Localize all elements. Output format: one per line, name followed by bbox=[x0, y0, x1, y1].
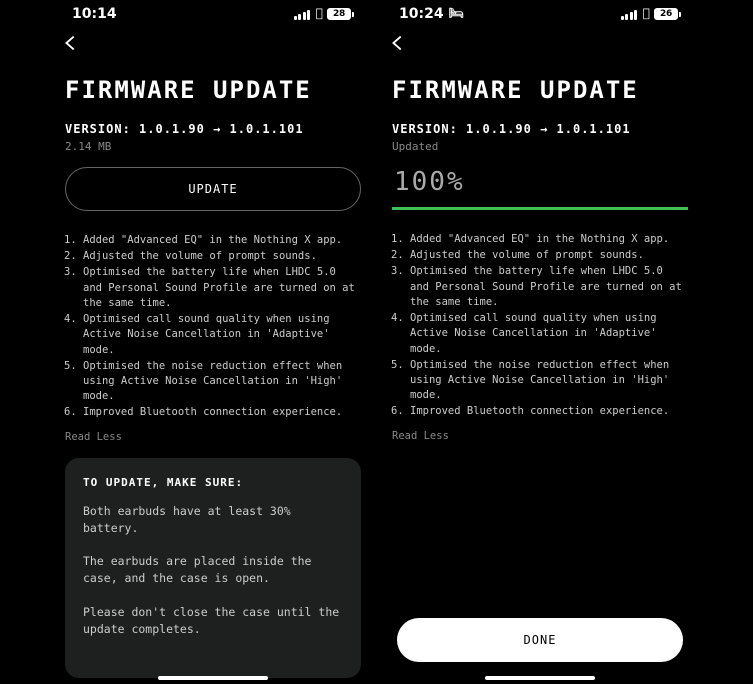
instruction-line: Both earbuds have at least 30% battery. bbox=[83, 503, 343, 538]
content-area: FIRMWARE UPDATE VERSION: 1.0.1.90 → 1.0.… bbox=[50, 58, 376, 684]
release-note-item: Optimised call sound quality when using … bbox=[83, 312, 361, 358]
update-button[interactable]: UPDATE bbox=[65, 167, 361, 211]
status-time: 10:14 bbox=[72, 6, 117, 22]
release-note-item: Optimised call sound quality when using … bbox=[410, 311, 688, 357]
battery-icon: 26 bbox=[654, 8, 681, 20]
back-arrow-icon bbox=[387, 32, 409, 54]
page-title: FIRMWARE UPDATE bbox=[392, 76, 688, 104]
progress-bar bbox=[392, 207, 688, 210]
battery-level: 28 bbox=[327, 8, 351, 20]
version-arrow-icon: → bbox=[213, 122, 221, 136]
release-notes-list: Added "Advanced EQ" in the Nothing X app… bbox=[65, 233, 361, 421]
status-bar: 10:14 􀙇 28 bbox=[50, 0, 376, 22]
release-note-item: Optimised the noise reduction effect whe… bbox=[410, 358, 688, 404]
version-label: VERSION: bbox=[65, 122, 131, 136]
page-title: FIRMWARE UPDATE bbox=[65, 76, 361, 104]
version-arrow-icon: → bbox=[540, 122, 548, 136]
release-note-item: Adjusted the volume of prompt sounds. bbox=[410, 248, 688, 263]
update-size: 2.14 MB bbox=[65, 140, 361, 153]
status-text: Updated bbox=[392, 140, 688, 153]
status-right: 􀙇 26 bbox=[621, 7, 681, 21]
release-note-item: Improved Bluetooth connection experience… bbox=[410, 404, 688, 419]
signal-icon bbox=[621, 9, 639, 20]
version-from: 1.0.1.90 bbox=[466, 122, 532, 136]
signal-icon bbox=[294, 9, 312, 20]
version-label: VERSION: bbox=[392, 122, 458, 136]
status-bar: 10:24 🛏 􀙇 26 bbox=[377, 0, 703, 22]
release-note-item: Optimised the battery life when LHDC 5.0… bbox=[83, 265, 361, 311]
back-button[interactable] bbox=[377, 22, 703, 58]
done-button[interactable]: DONE bbox=[397, 618, 683, 662]
release-notes-list: Added "Advanced EQ" in the Nothing X app… bbox=[392, 232, 688, 420]
wifi-icon: 􀙇 bbox=[316, 6, 323, 20]
release-note-item: Added "Advanced EQ" in the Nothing X app… bbox=[410, 232, 688, 247]
content-area: FIRMWARE UPDATE VERSION: 1.0.1.90 → 1.0.… bbox=[377, 58, 703, 684]
sleep-mode-icon: 🛏 bbox=[448, 6, 463, 20]
home-indicator[interactable] bbox=[485, 676, 595, 680]
back-arrow-icon bbox=[60, 32, 82, 54]
status-time: 10:24 bbox=[399, 6, 444, 22]
phone-left: 10:14 􀙇 28 FIRMWARE UPDATE VERSION: 1.0.… bbox=[50, 0, 376, 684]
progress-percent: 100% bbox=[394, 167, 688, 197]
progress-section: 100% bbox=[392, 167, 688, 210]
release-note-item: Adjusted the volume of prompt sounds. bbox=[83, 249, 361, 264]
instruction-line: The earbuds are placed inside the case, … bbox=[83, 553, 343, 588]
read-less-link[interactable]: Read Less bbox=[392, 430, 449, 442]
version-line: VERSION: 1.0.1.90 → 1.0.1.101 bbox=[392, 122, 688, 136]
instructions-heading: TO UPDATE, MAKE SURE: bbox=[83, 476, 343, 489]
instruction-line: Please don't close the case until the up… bbox=[83, 604, 343, 639]
release-note-item: Optimised the noise reduction effect whe… bbox=[83, 359, 361, 405]
version-to: 1.0.1.101 bbox=[557, 122, 631, 136]
release-note-item: Optimised the battery life when LHDC 5.0… bbox=[410, 264, 688, 310]
release-note-item: Added "Advanced EQ" in the Nothing X app… bbox=[83, 233, 361, 248]
read-less-link[interactable]: Read Less bbox=[65, 431, 122, 443]
battery-level: 26 bbox=[654, 8, 678, 20]
release-note-item: Improved Bluetooth connection experience… bbox=[83, 405, 361, 420]
phone-right: 10:24 🛏 􀙇 26 FIRMWARE UPDATE VERSION: 1.… bbox=[377, 0, 703, 684]
version-to: 1.0.1.101 bbox=[230, 122, 304, 136]
version-line: VERSION: 1.0.1.90 → 1.0.1.101 bbox=[65, 122, 361, 136]
version-from: 1.0.1.90 bbox=[139, 122, 205, 136]
status-right: 􀙇 28 bbox=[294, 7, 354, 21]
status-time-group: 10:24 🛏 bbox=[399, 6, 464, 22]
battery-icon: 28 bbox=[327, 8, 354, 20]
wifi-icon: 􀙇 bbox=[643, 6, 650, 20]
home-indicator[interactable] bbox=[158, 676, 268, 680]
progress-fill bbox=[392, 207, 688, 210]
instructions-card: TO UPDATE, MAKE SURE: Both earbuds have … bbox=[65, 458, 361, 679]
back-button[interactable] bbox=[50, 22, 376, 58]
